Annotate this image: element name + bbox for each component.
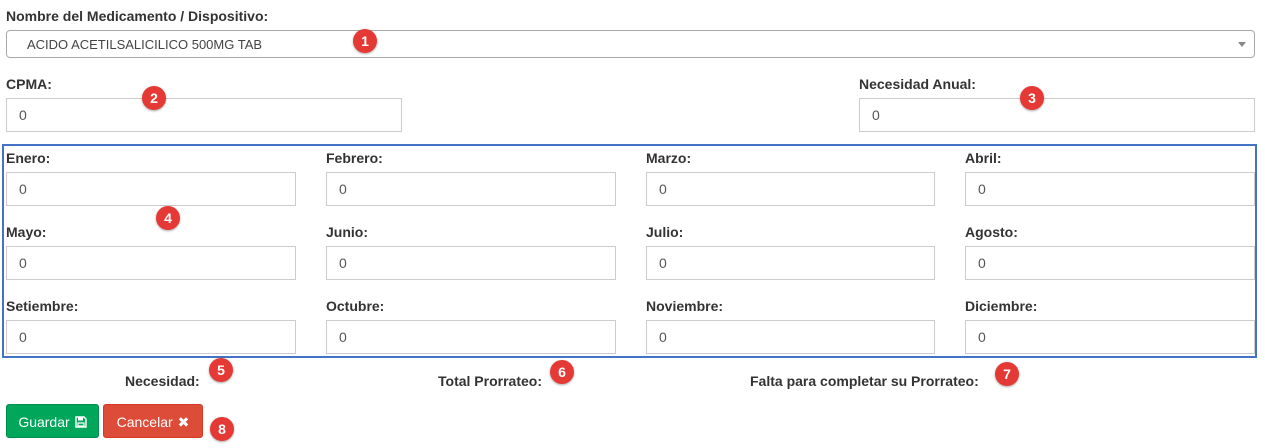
month-label-setiembre: Setiembre: [6,298,79,314]
month-label-junio: Junio: [326,224,368,240]
month-input-abril[interactable]: 0 [965,172,1255,206]
month-label-noviembre: Noviembre: [646,298,724,314]
guardar-button[interactable]: Guardar [6,404,99,438]
necesidad-anual-label: Necesidad Anual: [859,76,976,92]
chevron-down-icon [1238,42,1246,47]
month-label-febrero: Febrero: [326,150,383,166]
month-input-febrero[interactable]: 0 [326,172,616,206]
annotation-badge-7: 7 [995,362,1019,386]
annotation-badge-2: 2 [142,86,166,110]
month-input-enero[interactable]: 0 [6,172,296,206]
month-label-enero: Enero: [6,150,51,166]
medicamento-selected-value: ACIDO ACETILSALICILICO 500MG TAB [27,37,263,52]
medicamento-select[interactable]: ACIDO ACETILSALICILICO 500MG TAB [6,30,1255,58]
month-label-octubre: Octubre: [326,298,385,314]
close-icon: ✖ [177,414,190,430]
annotation-badge-4: 4 [156,206,180,230]
month-input-octubre[interactable]: 0 [326,320,616,354]
month-input-noviembre[interactable]: 0 [646,320,935,354]
month-label-mayo: Mayo: [6,224,47,240]
month-input-junio[interactable]: 0 [326,246,616,280]
cpma-input[interactable]: 0 [6,98,402,132]
cpma-label: CPMA: [6,76,52,92]
annotation-badge-6: 6 [550,360,574,384]
necesidad-summary-label: Necesidad: [125,373,200,389]
annotation-badge-3: 3 [1020,86,1044,110]
cancelar-button-label: Cancelar [116,414,173,430]
medicamento-label: Nombre del Medicamento / Dispositivo: [6,8,269,24]
cancelar-button[interactable]: Cancelar ✖ [103,404,203,438]
month-input-agosto[interactable]: 0 [965,246,1255,280]
annotation-badge-5: 5 [209,358,233,382]
month-input-marzo[interactable]: 0 [646,172,935,206]
month-label-abril: Abril: [965,150,1002,166]
month-input-setiembre[interactable]: 0 [6,320,296,354]
floppy-disk-icon [74,405,87,439]
month-label-julio: Julio: [646,224,684,240]
falta-prorrateo-label: Falta para completar su Prorrateo: [750,373,979,389]
month-label-diciembre: Diciembre: [965,298,1038,314]
month-input-julio[interactable]: 0 [646,246,935,280]
total-prorrateo-label: Total Prorrateo: [438,373,542,389]
month-input-mayo[interactable]: 0 [6,246,296,280]
month-input-diciembre[interactable]: 0 [965,320,1255,354]
annotation-badge-8: 8 [210,417,234,441]
annotation-badge-1: 1 [353,29,377,53]
necesidad-anual-input[interactable]: 0 [859,98,1255,132]
month-label-agosto: Agosto: [965,224,1018,240]
guardar-button-label: Guardar [18,414,70,430]
month-label-marzo: Marzo: [646,150,692,166]
